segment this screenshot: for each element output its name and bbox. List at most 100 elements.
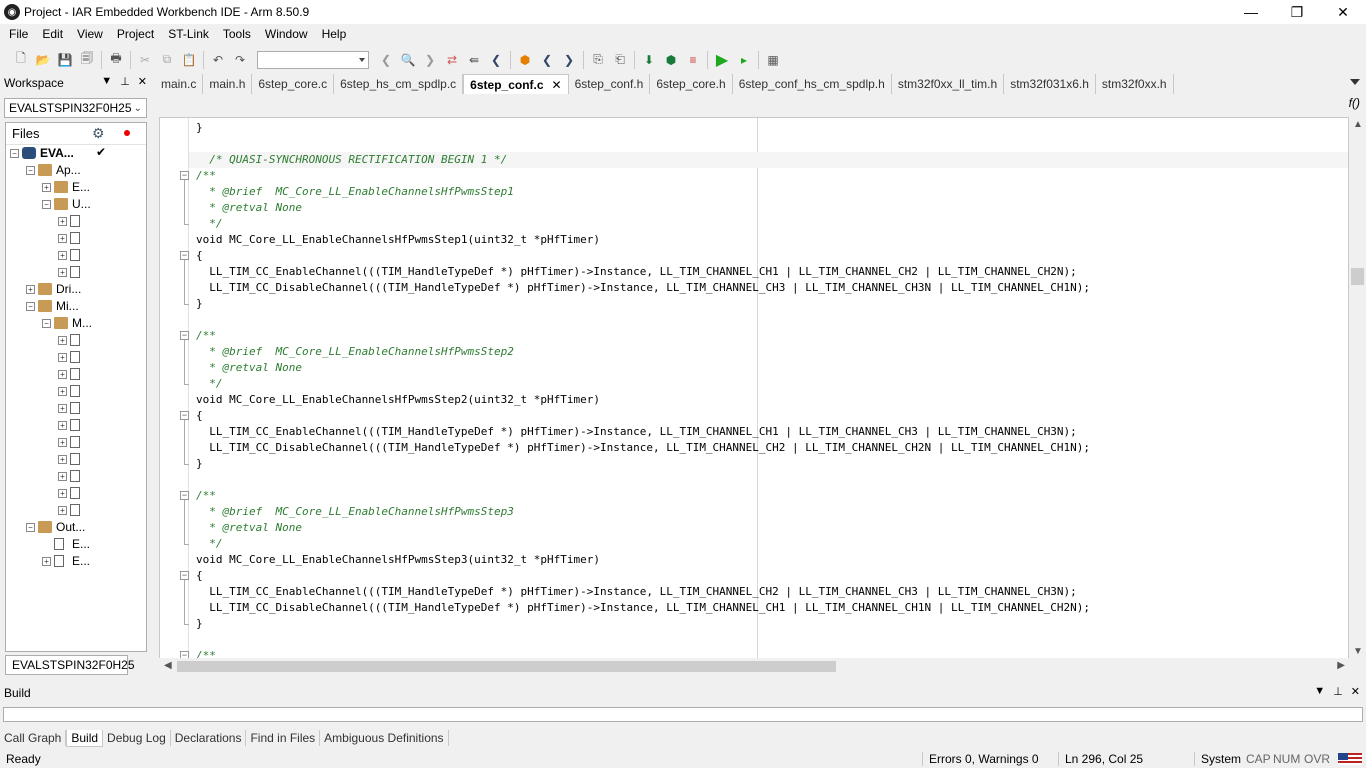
menu-stlink[interactable]: ST-Link bbox=[161, 24, 216, 45]
tree-item[interactable]: + bbox=[6, 332, 146, 349]
prev-bookmark-icon[interactable]: ⇚ bbox=[463, 49, 485, 71]
expand-icon[interactable]: + bbox=[58, 370, 67, 379]
menu-window[interactable]: Window bbox=[258, 24, 315, 45]
run-icon[interactable]: ▶ bbox=[711, 49, 733, 71]
horizontal-scrollbar[interactable]: ◀ ▶ bbox=[159, 658, 1349, 675]
editor-tab[interactable]: stm32f031x6.h bbox=[1004, 74, 1096, 94]
tree-item[interactable]: + Dri... bbox=[6, 281, 146, 298]
expand-icon[interactable]: + bbox=[58, 421, 67, 430]
bottom-tab-ambiguous-definitions[interactable]: Ambiguous Definitions bbox=[320, 730, 449, 746]
print-icon[interactable]: 🖶 bbox=[105, 49, 127, 71]
tree-item[interactable]: + E... bbox=[6, 179, 146, 196]
expand-icon[interactable]: + bbox=[58, 438, 67, 447]
vertical-scrollbar[interactable]: ▲ ▼ bbox=[1349, 117, 1366, 659]
editor-tab[interactable]: 6step_core.c bbox=[252, 74, 335, 94]
forward-icon[interactable]: ❯ bbox=[419, 49, 441, 71]
tree-item[interactable]: − Mi... bbox=[6, 298, 146, 315]
find-icon[interactable]: 🔍 bbox=[397, 49, 419, 71]
tree-item[interactable]: + bbox=[6, 451, 146, 468]
copy-icon[interactable]: ⧉ bbox=[156, 49, 178, 71]
scroll-up-icon[interactable]: ▲ bbox=[1353, 119, 1363, 130]
menu-project[interactable]: Project bbox=[110, 24, 161, 45]
expand-icon[interactable]: + bbox=[58, 251, 67, 260]
configuration-select[interactable]: EVALSTSPIN32F0H25 ⌄ bbox=[4, 98, 147, 118]
bottom-tab-build[interactable]: Build bbox=[66, 729, 104, 747]
pin-icon[interactable]: ⊥ bbox=[120, 75, 130, 88]
tree-item[interactable]: + bbox=[6, 400, 146, 417]
close-icon[interactable]: ✕ bbox=[1351, 685, 1360, 698]
save-icon[interactable]: 💾 bbox=[54, 49, 76, 71]
collapse-icon[interactable]: − bbox=[26, 302, 35, 311]
tree-item[interactable]: + bbox=[6, 383, 146, 400]
fold-collapse-icon[interactable]: − bbox=[180, 491, 189, 500]
tree-item[interactable]: + E... bbox=[6, 553, 146, 570]
menu-help[interactable]: Help bbox=[315, 24, 354, 45]
expand-icon[interactable]: + bbox=[58, 455, 67, 464]
workspace-tab[interactable]: EVALSTSPIN32F0H25 bbox=[5, 655, 135, 675]
editor-tab[interactable]: main.h bbox=[203, 74, 253, 94]
close-tab-icon[interactable]: ✕ bbox=[552, 78, 562, 92]
horizontal-scroll-thumb[interactable] bbox=[177, 661, 836, 672]
undo-icon[interactable]: ↶ bbox=[207, 49, 229, 71]
expand-icon[interactable]: + bbox=[58, 268, 67, 277]
compile-icon[interactable]: ⎘ bbox=[587, 49, 609, 71]
make-icon[interactable]: ⎗ bbox=[609, 49, 631, 71]
tree-item[interactable]: + bbox=[6, 502, 146, 519]
tree-item[interactable]: − M... bbox=[6, 315, 146, 332]
download-icon[interactable]: ⬇ bbox=[638, 49, 660, 71]
code-editor[interactable]: } /* QUASI-SYNCHRONOUS RECTIFICATION BEG… bbox=[159, 117, 1349, 659]
close-icon[interactable]: ✕ bbox=[1320, 0, 1366, 24]
scroll-down-icon[interactable]: ▼ bbox=[1353, 646, 1363, 657]
expand-icon[interactable]: + bbox=[42, 183, 51, 192]
tree-item[interactable]: + bbox=[6, 349, 146, 366]
expand-icon[interactable]: + bbox=[58, 387, 67, 396]
tree-item[interactable]: + bbox=[6, 468, 146, 485]
menu-file[interactable]: File bbox=[2, 24, 35, 45]
expand-icon[interactable]: + bbox=[58, 404, 67, 413]
function-navigator-button[interactable]: f() bbox=[1349, 96, 1360, 110]
collapse-icon[interactable]: − bbox=[42, 200, 51, 209]
tab-list-dropdown-icon[interactable] bbox=[1350, 79, 1360, 85]
expand-icon[interactable]: + bbox=[58, 472, 67, 481]
options-icon[interactable]: ▦ bbox=[762, 49, 784, 71]
collapse-icon[interactable]: − bbox=[26, 523, 35, 532]
editor-tab[interactable]: 6step_conf_hs_cm_spdlp.h bbox=[733, 74, 892, 94]
expand-icon[interactable]: + bbox=[58, 489, 67, 498]
paste-icon[interactable]: 📋 bbox=[178, 49, 200, 71]
build-messages-list[interactable] bbox=[3, 707, 1363, 722]
tree-item[interactable]: + bbox=[6, 417, 146, 434]
bottom-tab-debug-log[interactable]: Debug Log bbox=[103, 730, 171, 746]
tree-item[interactable]: − EVA... ✔ bbox=[6, 145, 146, 162]
find-combobox[interactable] bbox=[257, 50, 369, 69]
cut-icon[interactable]: ✂ bbox=[134, 49, 156, 71]
editor-tab[interactable]: stm32f0xx_ll_tim.h bbox=[892, 74, 1005, 94]
editor-tab[interactable]: 6step_core.h bbox=[650, 74, 733, 94]
minimize-icon[interactable]: — bbox=[1228, 0, 1274, 24]
new-file-icon[interactable]: 🗋 bbox=[10, 49, 32, 71]
collapse-icon[interactable]: − bbox=[26, 166, 35, 175]
expand-icon[interactable]: + bbox=[58, 234, 67, 243]
prev-icon[interactable]: ❮ bbox=[536, 49, 558, 71]
stop-build-icon[interactable]: ≡ bbox=[682, 49, 704, 71]
menu-tools[interactable]: Tools bbox=[216, 24, 258, 45]
fold-collapse-icon[interactable]: − bbox=[180, 331, 189, 340]
toggle-bookmark-icon[interactable]: ⇄ bbox=[441, 49, 463, 71]
dropdown-icon[interactable]: ▼ bbox=[101, 75, 112, 88]
tree-item[interactable]: + bbox=[6, 485, 146, 502]
breakpoint-icon[interactable]: ⬢ bbox=[514, 49, 536, 71]
back-icon[interactable]: ❮ bbox=[375, 49, 397, 71]
tree-item[interactable]: + bbox=[6, 434, 146, 451]
fold-collapse-icon[interactable]: − bbox=[180, 411, 189, 420]
tree-item[interactable]: − Out... bbox=[6, 519, 146, 536]
bottom-tab-call-graph[interactable]: Call Graph bbox=[0, 730, 67, 746]
save-all-icon[interactable]: 🗐 bbox=[76, 49, 98, 71]
expand-icon[interactable]: + bbox=[42, 557, 51, 566]
gear-icon[interactable]: ⚙ bbox=[92, 125, 105, 142]
scroll-right-icon[interactable]: ▶ bbox=[1337, 660, 1345, 671]
expand-icon[interactable]: + bbox=[58, 336, 67, 345]
restore-icon[interactable]: ❐ bbox=[1274, 0, 1320, 24]
menu-view[interactable]: View bbox=[70, 24, 110, 45]
fold-collapse-icon[interactable]: − bbox=[180, 171, 189, 180]
tree-item[interactable]: − U... bbox=[6, 196, 146, 213]
bottom-tab-find-in-files[interactable]: Find in Files bbox=[246, 730, 321, 746]
